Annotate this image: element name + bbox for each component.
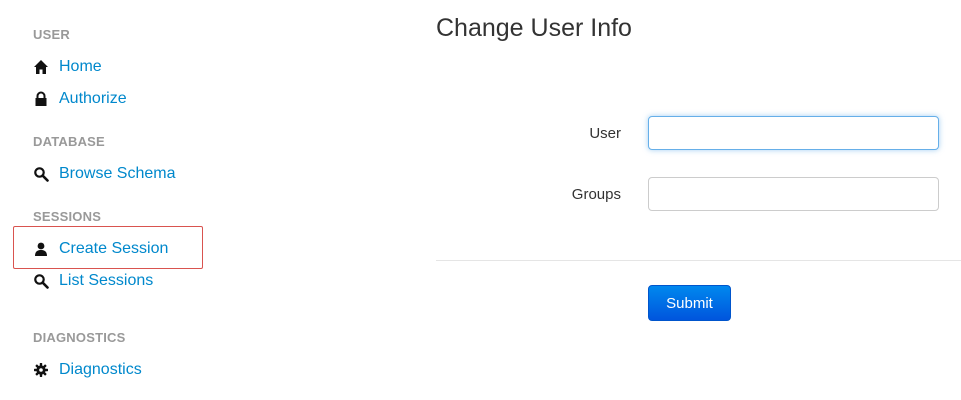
sidebar-item-create-session[interactable]: Create Session: [33, 238, 168, 260]
search-icon: [33, 273, 49, 289]
gear-icon: [33, 362, 49, 378]
groups-label: Groups: [571, 186, 621, 203]
sidebar-item-label: Create Session: [59, 240, 169, 257]
sidebar-item-label: Home: [59, 58, 102, 75]
sidebar-item-browse-schema[interactable]: Browse Schema: [33, 163, 176, 185]
sidebar-item-label: List Sessions: [59, 272, 154, 289]
sidebar-item-home[interactable]: Home: [33, 56, 102, 78]
sidebar-item-label: Browse Schema: [59, 165, 176, 182]
form-divider: [436, 260, 961, 261]
lock-icon: [33, 91, 49, 107]
sidebar-item-label: Authorize: [59, 90, 127, 107]
sidebar-item-authorize[interactable]: Authorize: [33, 88, 127, 110]
section-heading-diagnostics: DIAGNOSTICS: [33, 330, 126, 345]
main-content: Change User Info User Groups Submit: [436, 0, 961, 400]
search-icon: [33, 166, 49, 182]
page-title: Change User Info: [436, 14, 632, 42]
sidebar: USER Home Authorize DATABASE Browse Sche…: [0, 0, 240, 400]
submit-button[interactable]: Submit: [648, 285, 731, 321]
sidebar-item-list-sessions[interactable]: List Sessions: [33, 270, 153, 292]
groups-input[interactable]: [648, 177, 939, 211]
section-heading-database: DATABASE: [33, 134, 105, 149]
home-icon: [33, 59, 49, 75]
user-label: User: [589, 125, 621, 142]
user-input[interactable]: [648, 116, 939, 150]
sidebar-item-label: Diagnostics: [59, 361, 142, 378]
section-heading-sessions: SESSIONS: [33, 209, 102, 224]
user-icon: [33, 241, 49, 257]
sidebar-item-diagnostics[interactable]: Diagnostics: [33, 359, 142, 381]
section-heading-user: USER: [33, 27, 70, 42]
